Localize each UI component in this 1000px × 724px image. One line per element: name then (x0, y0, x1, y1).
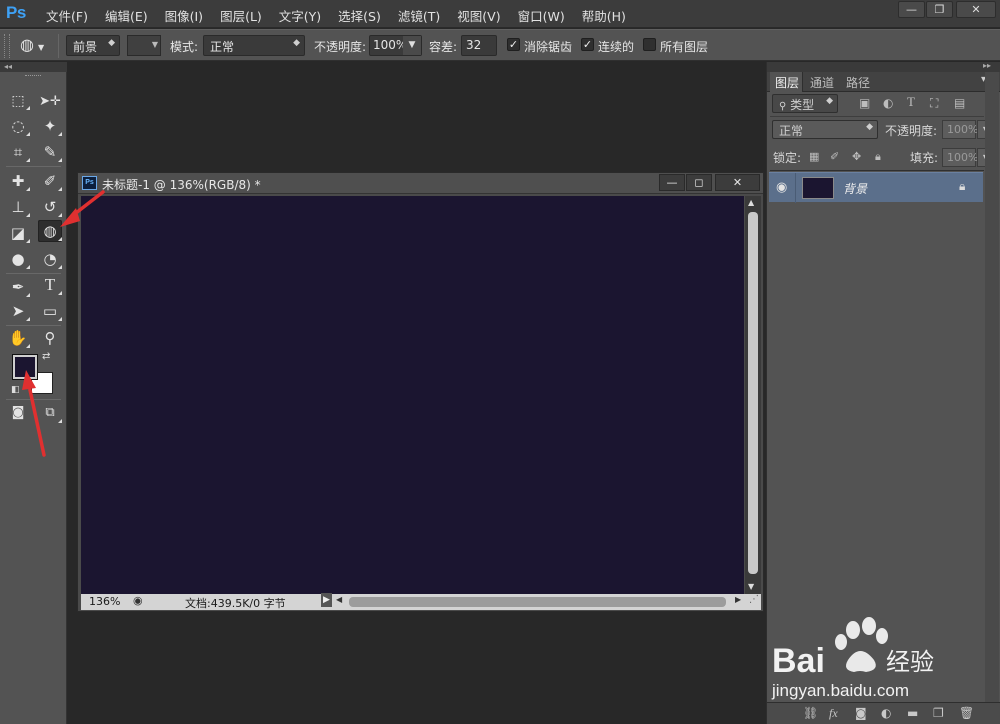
watermark-brand: Bai (772, 642, 825, 680)
watermark-brand-suffix: 经验 (886, 648, 934, 676)
arrow-to-foreground-color (22, 370, 46, 457)
arrow-to-paint-bucket (60, 190, 105, 227)
watermark-url: jingyan.baidu.com (772, 681, 910, 700)
